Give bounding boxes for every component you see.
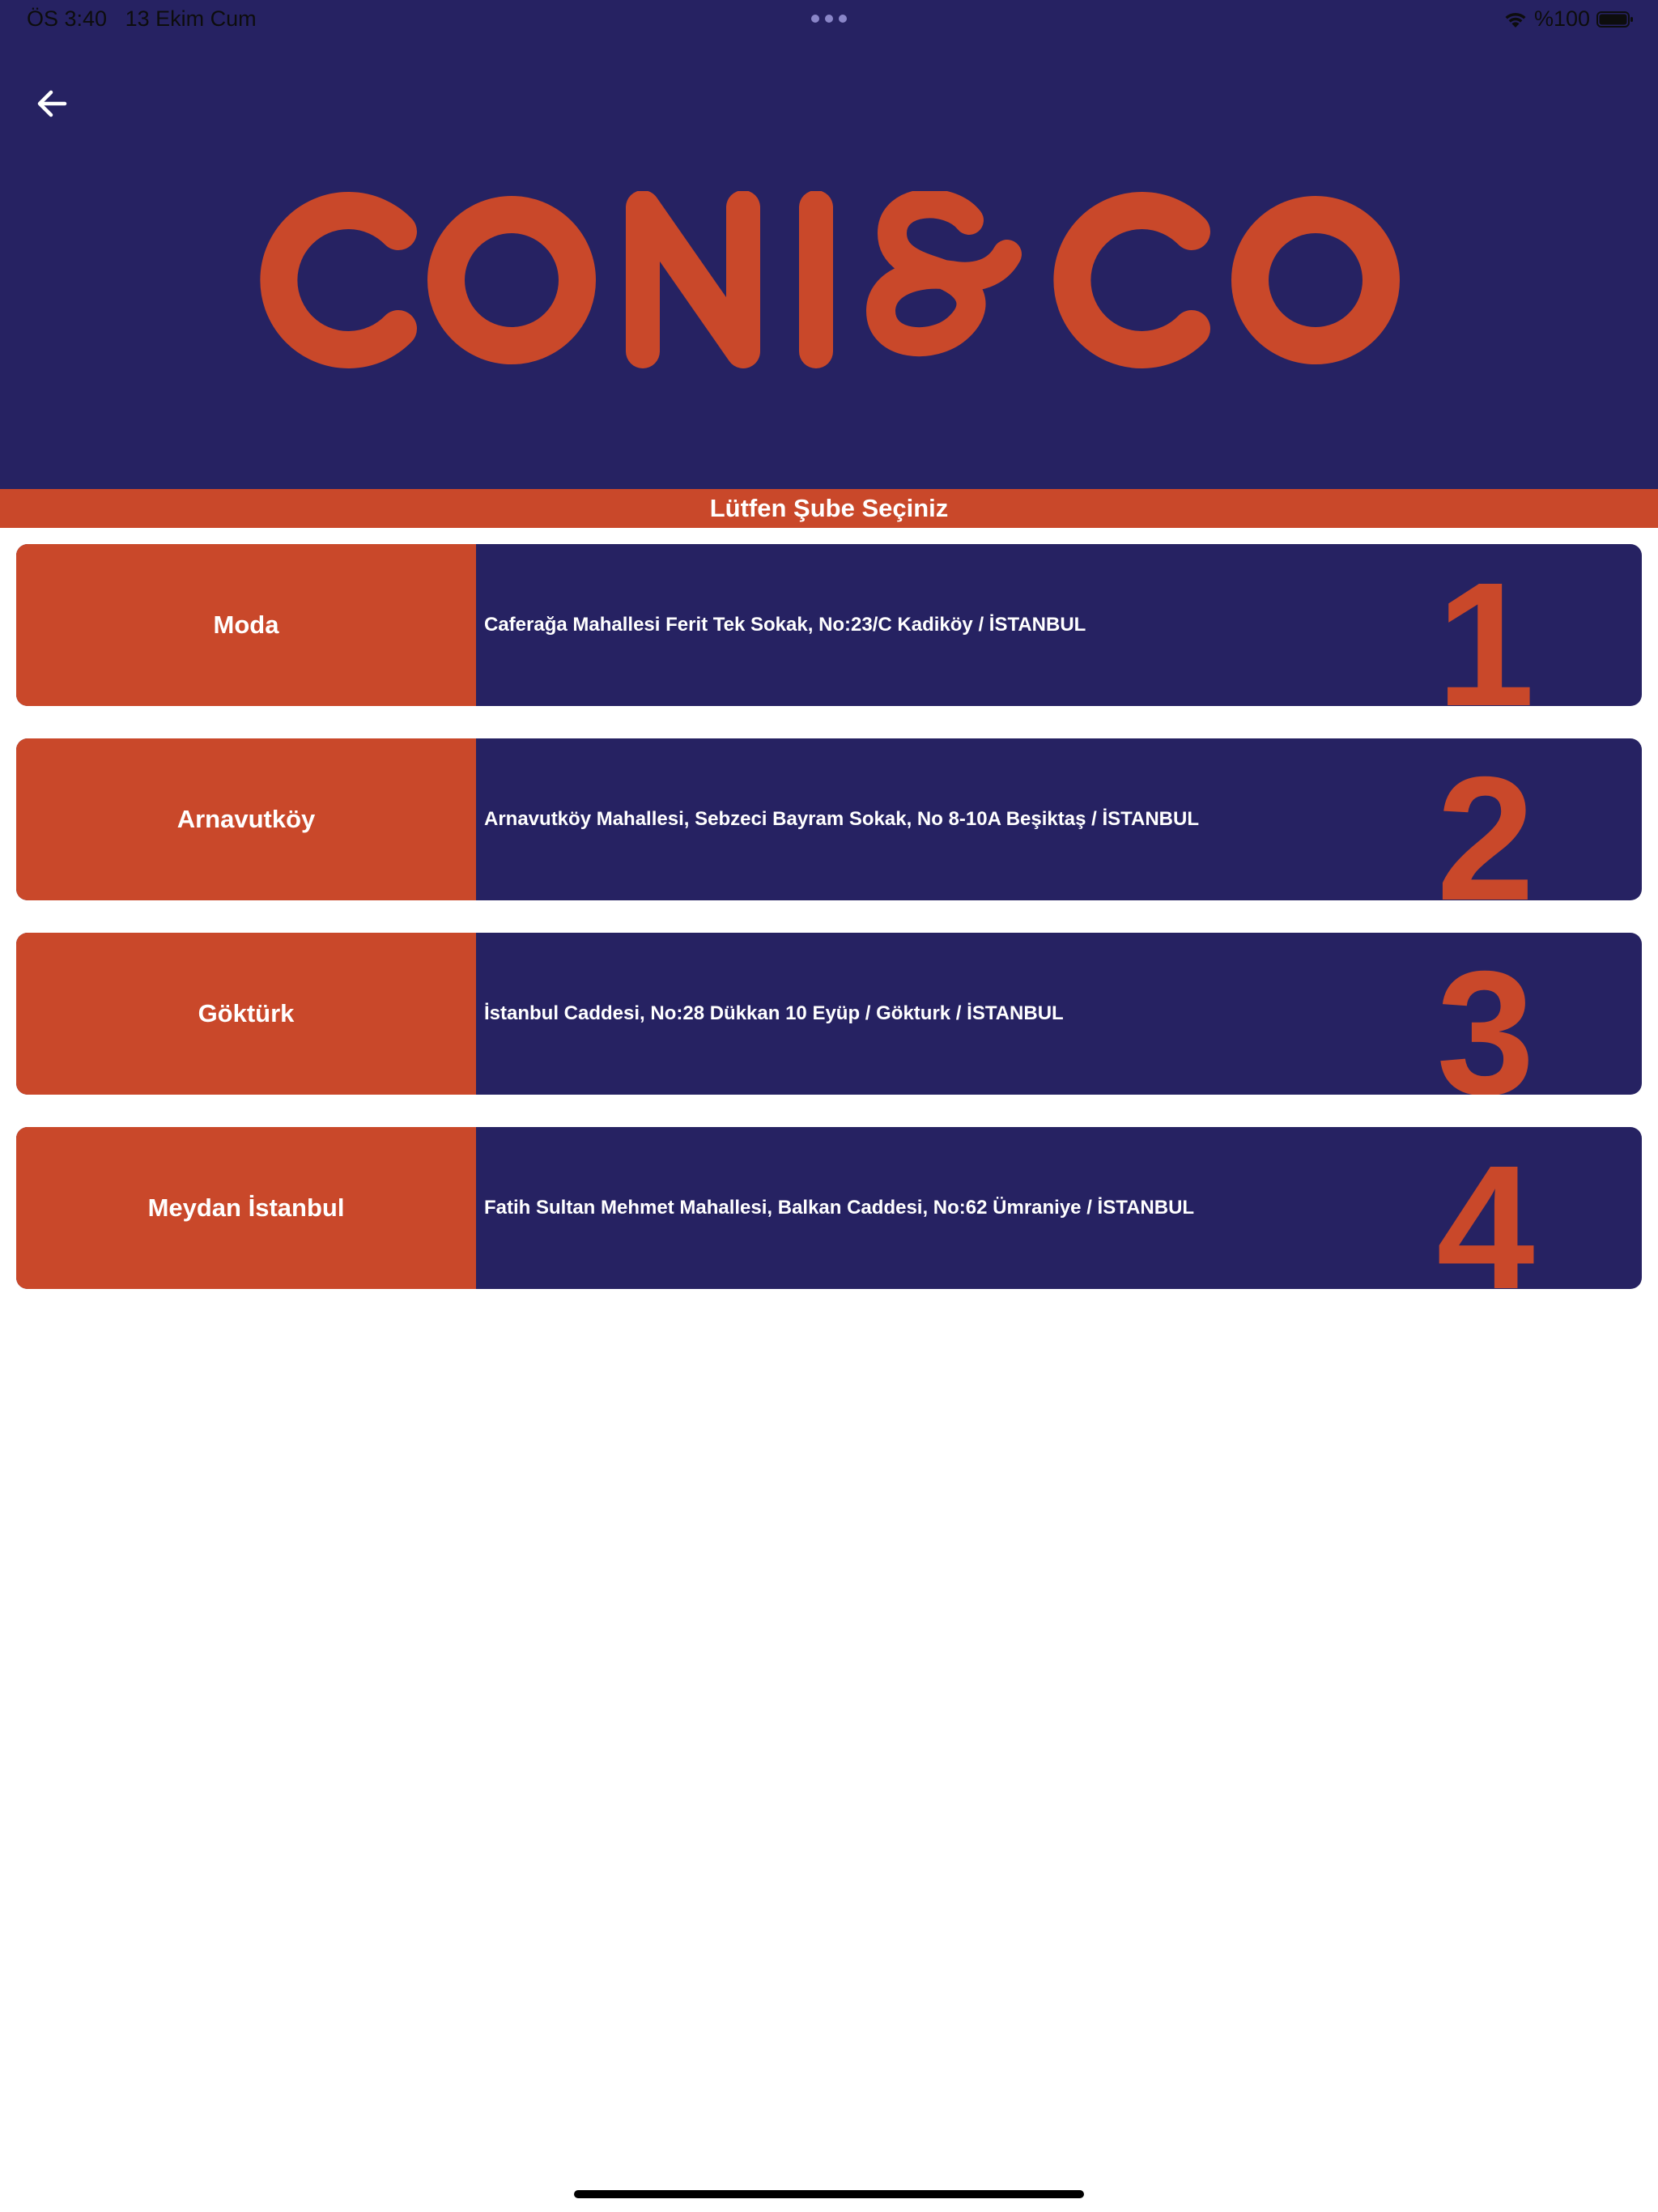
home-indicator[interactable] (574, 2190, 1084, 2198)
status-right: %100 (1503, 6, 1634, 32)
branch-address: Arnavutköy Mahallesi, Sebzeci Bayram Sok… (484, 808, 1199, 830)
battery-percentage: %100 (1533, 6, 1590, 31)
branch-name: Göktürk (198, 999, 295, 1027)
branch-name: Meydan İstanbul (147, 1193, 345, 1222)
status-bar: ÖS 3:40 13 Ekim Cum %100 (0, 0, 1658, 37)
arrow-left-icon (37, 90, 67, 117)
back-button[interactable] (28, 81, 76, 126)
coni-and-co-logo (260, 191, 1400, 368)
page-title: Lütfen Şube Seçiniz (0, 489, 1658, 528)
branch-list: Moda Caferağa Mahallesi Ferit Tek Sokak,… (16, 544, 1642, 1321)
branch-address: Fatih Sultan Mehmet Mahallesi, Balkan Ca… (484, 1197, 1195, 1219)
branch-name-panel: Meydan İstanbul (16, 1127, 476, 1289)
battery-icon (1596, 11, 1633, 28)
branch-card-gokturk[interactable]: Göktürk İstanbul Caddesi, No:28 Dükkan 1… (16, 933, 1642, 1095)
more-dots-icon[interactable] (811, 15, 847, 23)
branch-number: 4 (1436, 1129, 1535, 1290)
branch-name-panel: Moda (16, 544, 476, 706)
branch-name: Arnavutköy (176, 805, 316, 833)
branch-address: Caferağa Mahallesi Ferit Tek Sokak, No:2… (484, 614, 1086, 636)
branch-card-arnavutkoy[interactable]: Arnavutköy Arnavutköy Mahallesi, Sebzeci… (16, 738, 1642, 900)
branch-name: Moda (213, 610, 279, 639)
status-date: 13 Ekim Cum (125, 6, 257, 31)
branch-card-meydan-istanbul[interactable]: Meydan İstanbul Fatih Sultan Mehmet Maha… (16, 1127, 1642, 1289)
branch-name-panel: Göktürk (16, 933, 476, 1095)
branch-card-moda[interactable]: Moda Caferağa Mahallesi Ferit Tek Sokak,… (16, 544, 1642, 706)
branch-name-panel: Arnavutköy (16, 738, 476, 900)
status-time: ÖS 3:40 (27, 6, 108, 31)
wifi-icon (1505, 12, 1526, 28)
header: ÖS 3:40 13 Ekim Cum %100 (0, 0, 1658, 489)
branch-number: 1 (1436, 547, 1535, 707)
branch-number: 3 (1436, 935, 1535, 1095)
branch-address: İstanbul Caddesi, No:28 Dükkan 10 Eyüp /… (484, 1002, 1064, 1024)
status-time-date: ÖS 3:40 13 Ekim Cum (27, 6, 257, 32)
branch-number: 2 (1436, 741, 1535, 901)
